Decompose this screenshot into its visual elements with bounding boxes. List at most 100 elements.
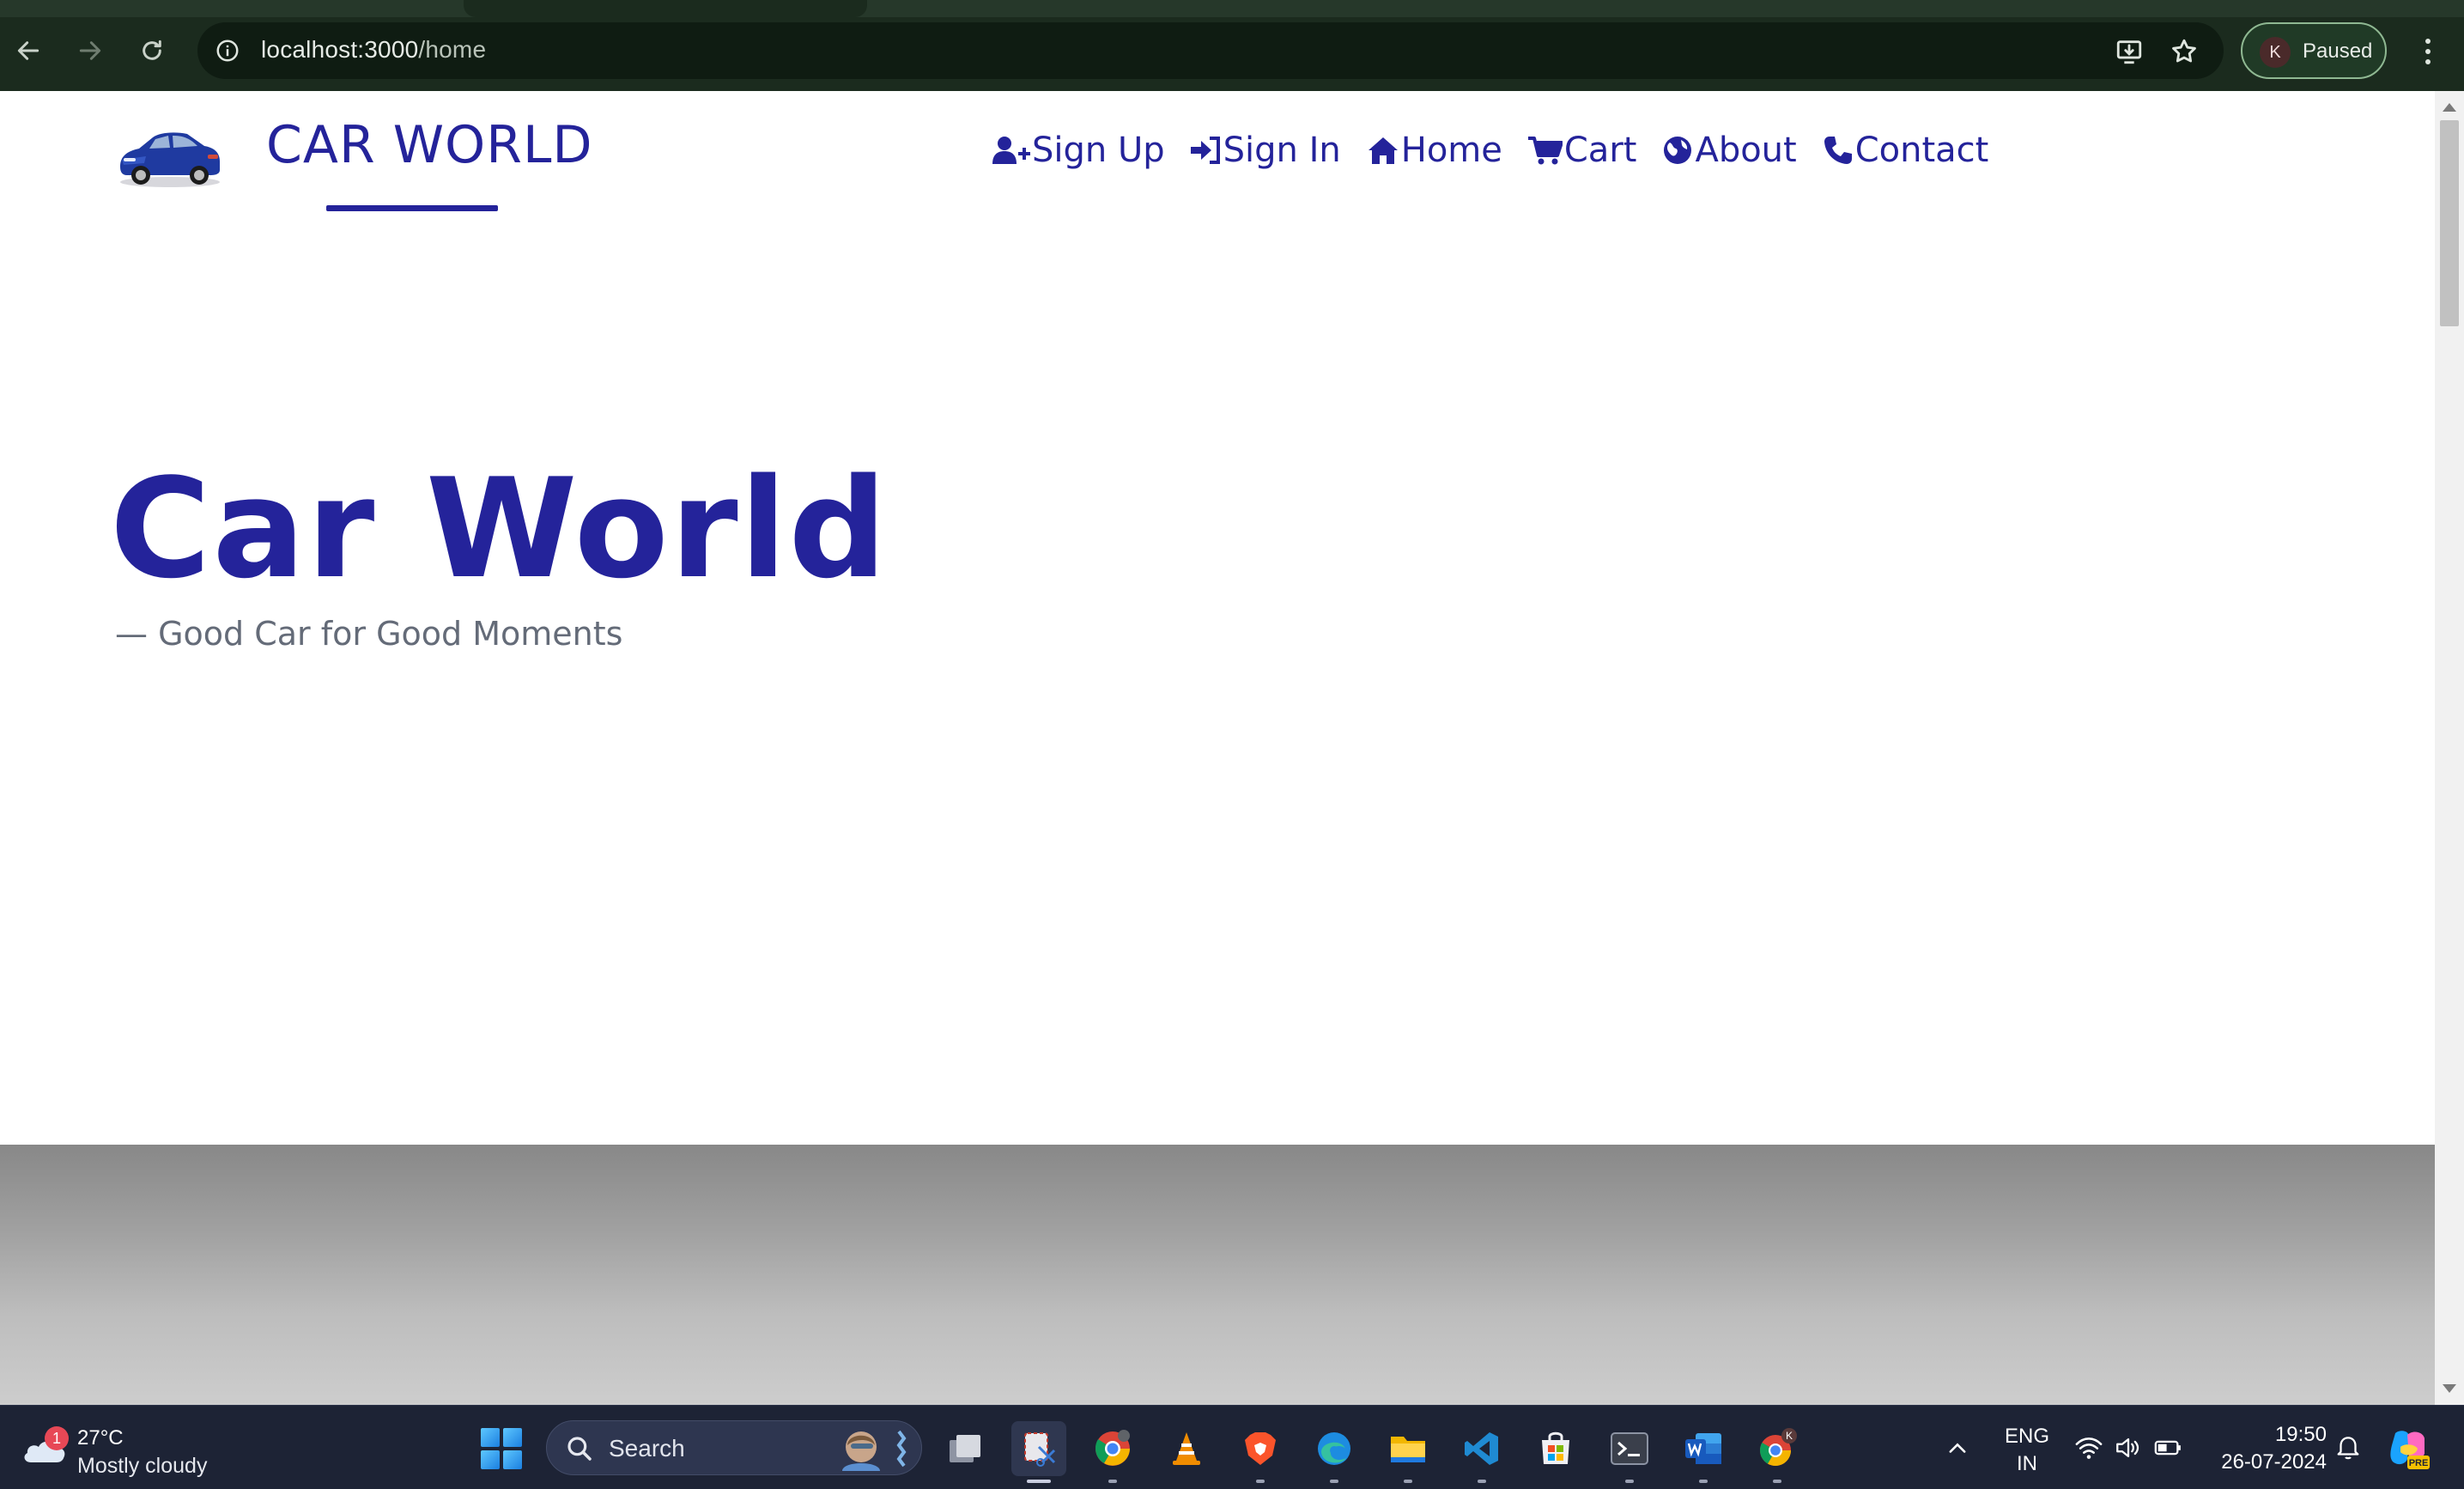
- chrome-profile-badge: K: [1786, 1430, 1793, 1442]
- taskbar-chrome-profile[interactable]: K: [1750, 1421, 1805, 1483]
- url-host: localhost:3000: [261, 36, 419, 63]
- search-icon: [567, 1437, 592, 1461]
- nav-sign-up[interactable]: Sign Up: [992, 131, 1165, 170]
- terminal-icon: [1611, 1432, 1648, 1465]
- taskbar-vlc[interactable]: [1159, 1421, 1214, 1476]
- language-indicator[interactable]: ENG IN: [1997, 1423, 2057, 1478]
- hero-background-band: [0, 1145, 2435, 1405]
- taskbar-file-explorer[interactable]: [1381, 1421, 1435, 1483]
- weather-widget[interactable]: 1 27°C Mostly cloudy: [22, 1418, 228, 1478]
- clock-time: 19:50: [2274, 1423, 2327, 1446]
- nav-label: Home: [1400, 131, 1502, 170]
- browser-menu-button[interactable]: [2411, 33, 2445, 70]
- reload-button[interactable]: [132, 31, 172, 70]
- folder-icon: [1391, 1437, 1425, 1462]
- clock-date: 26-07-2024: [2221, 1450, 2327, 1474]
- notification-badge: 1: [45, 1426, 69, 1450]
- taskbar: 1 27°C Mostly cloudy Search K ENG IN 19:…: [0, 1405, 2464, 1489]
- search-highlight-icon: [842, 1430, 907, 1471]
- hero-subtitle: — Good Car for Good Moments: [115, 615, 623, 653]
- running-indicator: [1773, 1480, 1781, 1483]
- arrow-left-icon: [17, 41, 39, 60]
- nav-label: Cart: [1563, 131, 1637, 170]
- taskbar-chrome-dev[interactable]: [1085, 1421, 1140, 1483]
- taskbar-edge[interactable]: [1307, 1421, 1362, 1483]
- back-button[interactable]: [9, 31, 48, 70]
- taskbar-search[interactable]: Search: [546, 1420, 922, 1475]
- nav-label: Contact: [1854, 131, 1989, 170]
- search-label: Search: [609, 1435, 685, 1462]
- cart-icon: [1527, 137, 1563, 165]
- snipping-tool-icon: [1024, 1432, 1056, 1467]
- start-button[interactable]: [481, 1428, 522, 1469]
- copilot-icon[interactable]: PRE: [2387, 1426, 2430, 1469]
- page-scrollbar[interactable]: [2435, 91, 2464, 1405]
- main-nav: Sign Up Sign In Home Cart About Contact: [992, 131, 1988, 170]
- store-icon: [1542, 1431, 1569, 1464]
- nav-sign-in[interactable]: Sign In: [1190, 131, 1341, 170]
- scroll-thumb[interactable]: [2440, 120, 2459, 326]
- running-indicator: [1027, 1480, 1051, 1483]
- hero-title: Car World: [110, 448, 889, 609]
- nav-home[interactable]: Home: [1367, 131, 1502, 170]
- vscode-icon: [1465, 1432, 1498, 1465]
- browser-toolbar: localhost:3000/home K Paused: [0, 0, 2464, 91]
- reload-icon: [143, 40, 161, 60]
- vlc-icon: [1173, 1432, 1200, 1465]
- scroll-up-arrow[interactable]: [2443, 103, 2456, 112]
- taskbar-brave[interactable]: [1233, 1421, 1288, 1483]
- taskbar-word[interactable]: [1676, 1421, 1731, 1483]
- star-icon: [2172, 39, 2196, 63]
- forward-button[interactable]: [70, 31, 110, 70]
- nav-label: Sign In: [1223, 131, 1341, 170]
- scroll-down-arrow[interactable]: [2443, 1384, 2456, 1393]
- volume-icon[interactable]: [2114, 1433, 2143, 1462]
- car-logo-icon[interactable]: [115, 120, 223, 191]
- taskbar-snipping-tool[interactable]: [1011, 1421, 1066, 1483]
- profile-button[interactable]: K Paused: [2241, 22, 2387, 79]
- home-icon: [1368, 137, 1398, 164]
- system-clock[interactable]: 19:50 26-07-2024: [2198, 1421, 2327, 1476]
- wifi-icon[interactable]: [2074, 1433, 2103, 1462]
- brave-icon: [1245, 1432, 1276, 1465]
- tab-strip: [0, 0, 2464, 17]
- battery-icon[interactable]: [2153, 1433, 2182, 1462]
- running-indicator: [1330, 1480, 1338, 1483]
- phone-icon: [1824, 137, 1852, 164]
- install-icon: [2116, 40, 2142, 64]
- user-plus-icon: [992, 137, 1030, 164]
- taskbar-task-view[interactable]: [938, 1421, 992, 1476]
- nav-cart[interactable]: Cart: [1527, 131, 1637, 170]
- nav-about[interactable]: About: [1662, 131, 1797, 170]
- web-page: CAR WORLD Sign Up Sign In Home Cart Abou…: [0, 91, 2435, 1405]
- bookmark-button[interactable]: [2167, 34, 2201, 69]
- running-indicator: [1625, 1480, 1634, 1483]
- site-info-button[interactable]: [209, 33, 246, 69]
- nav-label: Sign Up: [1032, 131, 1165, 170]
- taskbar-terminal[interactable]: [1602, 1421, 1657, 1483]
- nav-contact[interactable]: Contact: [1823, 131, 1989, 170]
- chrome-icon: [1095, 1430, 1130, 1466]
- running-indicator: [1108, 1480, 1117, 1483]
- address-bar[interactable]: localhost:3000/home: [197, 22, 2224, 79]
- url-text[interactable]: localhost:3000/home: [261, 36, 486, 64]
- tab[interactable]: [464, 0, 867, 17]
- task-view-icon: [950, 1435, 980, 1462]
- weather-condition: Mostly cloudy: [77, 1454, 208, 1478]
- avatar: K: [2260, 37, 2291, 68]
- taskbar-vscode[interactable]: [1454, 1421, 1509, 1483]
- word-icon: [1685, 1433, 1721, 1464]
- bell-icon[interactable]: [2334, 1431, 2363, 1462]
- edge-icon: [1318, 1432, 1350, 1465]
- chevron-up-icon[interactable]: [1945, 1437, 1969, 1461]
- brand-title[interactable]: CAR WORLD: [266, 115, 593, 175]
- running-indicator: [1478, 1480, 1486, 1483]
- nav-label: About: [1695, 131, 1797, 170]
- info-icon: [216, 40, 239, 62]
- install-app-button[interactable]: [2112, 34, 2146, 69]
- chrome-icon: K: [1760, 1428, 1797, 1467]
- taskbar-ms-store[interactable]: [1528, 1421, 1583, 1476]
- running-indicator: [1404, 1480, 1412, 1483]
- globe-icon: [1664, 137, 1692, 164]
- weather-temp: 27°C: [77, 1426, 124, 1449]
